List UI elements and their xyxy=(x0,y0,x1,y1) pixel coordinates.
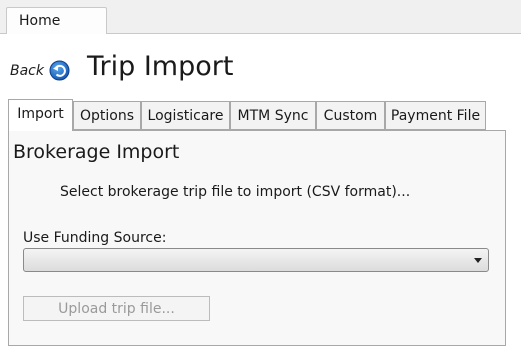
instruction-text: Select brokerage trip file to import (CS… xyxy=(60,184,411,200)
tab-payment-file[interactable]: Payment File xyxy=(385,101,486,130)
panel-title: Brokerage Import xyxy=(13,141,180,163)
tab-custom[interactable]: Custom xyxy=(316,101,385,130)
funding-source-dropdown[interactable] xyxy=(23,248,489,272)
back-arrow-icon xyxy=(49,60,70,81)
window-tab-strip: Home xyxy=(0,0,521,34)
tab-options[interactable]: Options xyxy=(73,101,141,130)
chevron-down-icon xyxy=(474,258,482,263)
back-link[interactable]: Back xyxy=(10,60,70,81)
tab-mtm-sync[interactable]: MTM Sync xyxy=(230,101,316,130)
tab-import[interactable]: Import xyxy=(8,99,73,131)
back-label: Back xyxy=(10,62,44,79)
tab-home[interactable]: Home xyxy=(6,7,107,34)
page-title: Trip Import xyxy=(87,51,234,82)
upload-trip-file-button[interactable]: Upload trip file... xyxy=(23,296,210,321)
funding-source-label: Use Funding Source: xyxy=(23,230,167,246)
tab-logisticare[interactable]: Logisticare xyxy=(141,101,230,130)
